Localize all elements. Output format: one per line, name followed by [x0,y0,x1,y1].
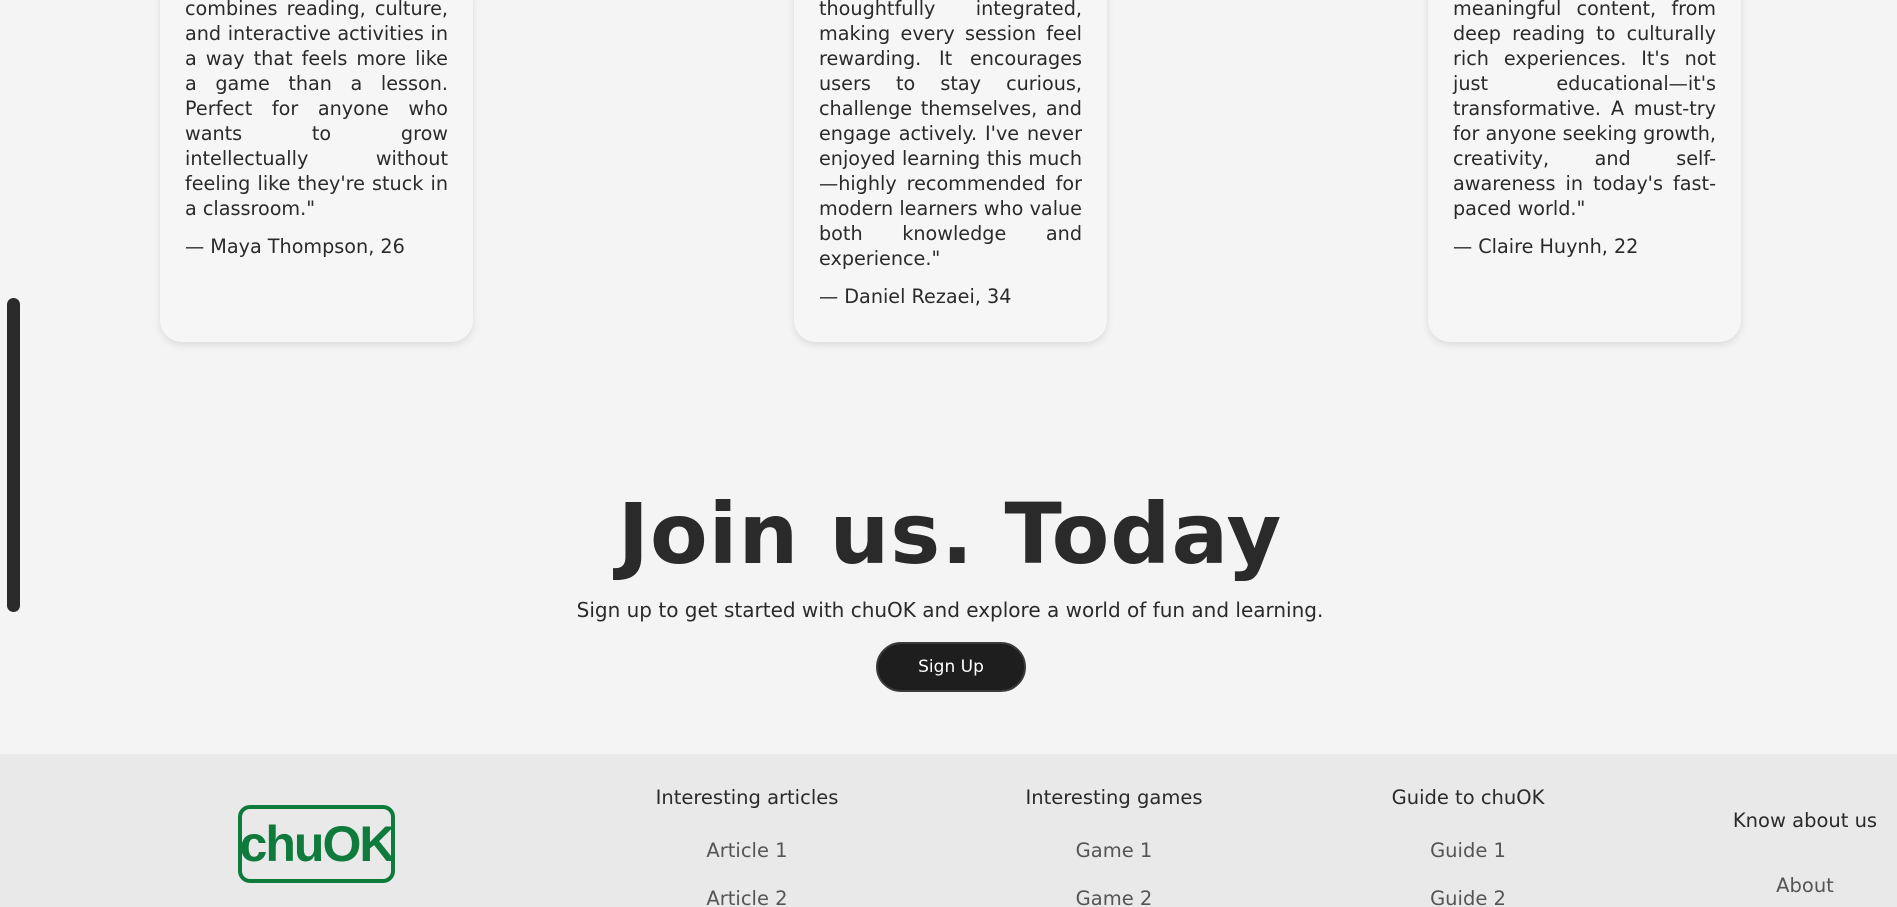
footer-link[interactable]: Game 1 [1014,839,1214,862]
testimonial-quote: thoughtfully integrated, making every se… [819,0,1082,270]
footer-link[interactable]: Game 2 [1014,887,1214,907]
site-footer: chuOK Interesting articles Article 1 Art… [0,754,1897,907]
footer-link[interactable]: Guide 1 [1368,839,1568,862]
footer-link[interactable]: About [1725,874,1885,897]
footer-link[interactable]: Guide 2 [1368,887,1568,907]
sign-up-button[interactable]: Sign Up [876,642,1026,692]
footer-column-heading: Guide to chuOK [1391,786,1545,809]
cta-title: Join us. Today [617,485,1283,583]
testimonial-card: thoughtfully integrated, making every se… [794,0,1107,342]
testimonial-card: meaningful content, from deep reading to… [1428,0,1741,342]
testimonial-author: — Daniel Rezaei, 34 [819,285,1012,308]
footer-column-games: Interesting games Game 1 Game 2 [1014,786,1214,907]
testimonial-card: combines reading, culture, and interacti… [160,0,473,342]
footer-link[interactable]: Article 1 [647,839,847,862]
chuok-logo[interactable]: chuOK [238,805,395,883]
footer-link[interactable]: Article 2 [647,887,847,907]
testimonial-quote: combines reading, culture, and interacti… [185,0,448,220]
footer-column-heading: Interesting articles [655,786,839,809]
cta-subtitle: Sign up to get started with chuOK and ex… [576,598,1324,622]
footer-column-about: Know about us About [1725,809,1885,897]
testimonial-quote: meaningful content, from deep reading to… [1453,0,1716,220]
testimonial-author: — Claire Huynh, 22 [1453,235,1639,258]
footer-column-heading: Interesting games [1025,786,1203,809]
footer-column-articles: Interesting articles Article 1 Article 2 [647,786,847,907]
footer-column-heading: Know about us [1732,809,1878,832]
testimonial-author: — Maya Thompson, 26 [185,235,405,258]
footer-column-guide: Guide to chuOK Guide 1 Guide 2 [1368,786,1568,907]
